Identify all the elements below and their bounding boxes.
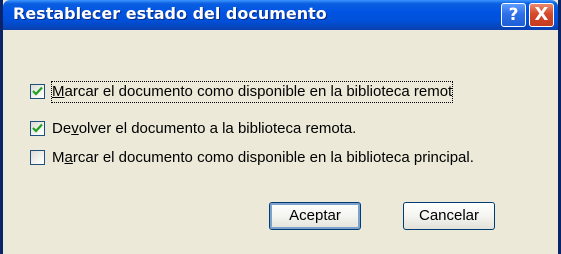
close-icon: X xyxy=(534,4,549,25)
cancel-button[interactable]: Cancelar xyxy=(403,202,495,230)
help-button[interactable]: ? xyxy=(501,3,526,27)
reset-document-status-dialog: Restablecer estado del documento ? X Mar… xyxy=(0,0,561,254)
checkbox-mark-available-main[interactable] xyxy=(30,150,45,165)
accept-button[interactable]: Aceptar xyxy=(269,202,361,230)
checkbox-return-to-remote[interactable] xyxy=(30,121,45,136)
dialog-title: Restablecer estado del documento xyxy=(13,4,327,23)
checkmark-icon xyxy=(32,123,43,133)
option-label: Marcar el documento como disponible en l… xyxy=(52,149,474,166)
option-label: Devolver el documento a la biblioteca re… xyxy=(52,120,357,137)
close-button[interactable]: X xyxy=(529,3,554,27)
checkmark-icon xyxy=(32,86,43,96)
title-bar[interactable]: Restablecer estado del documento ? X xyxy=(3,0,558,30)
option-label: Marcar el documento como disponible en l… xyxy=(50,81,454,103)
help-icon: ? xyxy=(508,5,519,25)
checkbox-mark-available-remote[interactable] xyxy=(30,84,45,99)
